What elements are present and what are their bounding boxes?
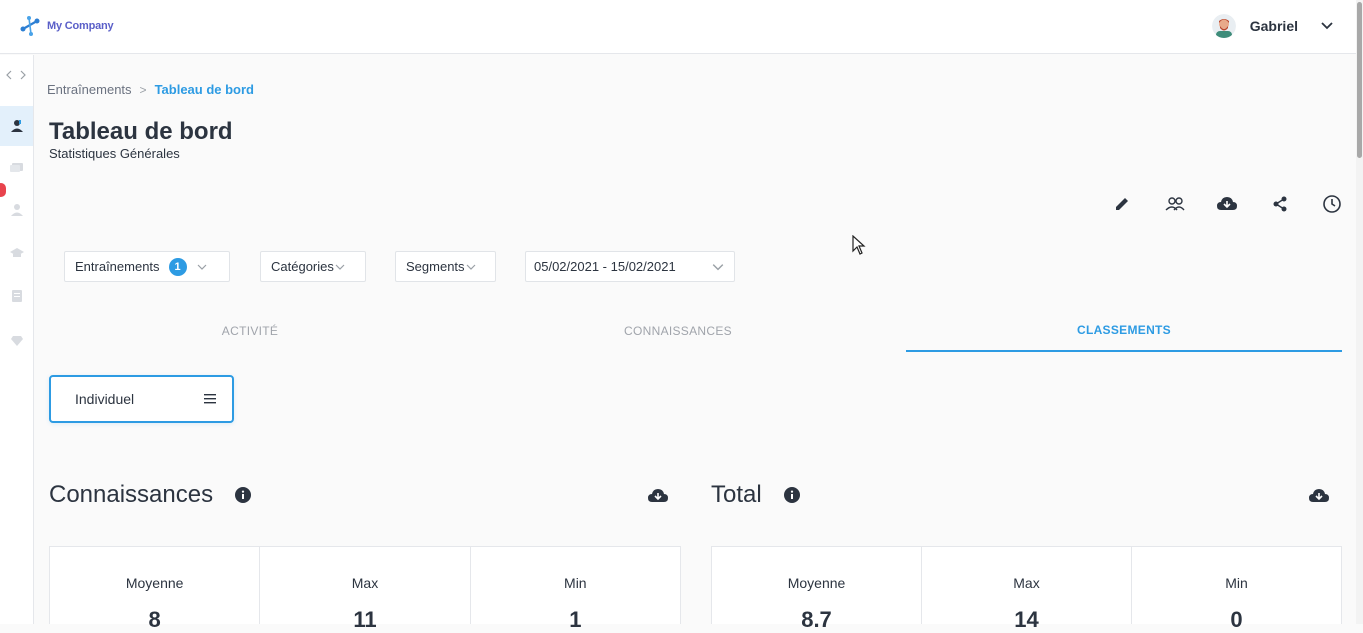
stat-card: Moyenne 8.7 (712, 547, 922, 632)
share-icon (1273, 196, 1287, 212)
segments-filter[interactable]: Segments (395, 251, 496, 282)
stat-card: Min 1 (471, 547, 680, 632)
tab-classements[interactable]: CLASSEMENTS (906, 310, 1342, 352)
trainings-filter[interactable]: Entraînements 1 (64, 251, 230, 282)
company-name: My Company (47, 20, 114, 32)
sidebar (0, 55, 34, 624)
breadcrumb-parent[interactable]: Entraînements (47, 82, 132, 97)
action-toolbar (1096, 192, 1359, 216)
cloud-download-icon[interactable] (1308, 487, 1330, 505)
mouse-cursor-icon (852, 235, 866, 255)
clipboard-icon (11, 290, 22, 302)
chevron-down-icon (712, 263, 724, 270)
stat-label: Max (1013, 575, 1040, 591)
menu-icon (204, 394, 216, 404)
chevron-down-icon (335, 264, 345, 270)
user-icon (10, 204, 23, 216)
diamond-icon (10, 336, 23, 346)
stat-card: Max 11 (260, 547, 471, 632)
ranking-view-value: Individuel (75, 391, 135, 407)
edit-button[interactable] (1096, 192, 1149, 216)
tab-bar: ACTIVITÉ CONNAISSANCES CLASSEMENTS (34, 310, 1342, 352)
logo-icon (20, 16, 40, 36)
page-subtitle: Statistiques Générales (49, 146, 180, 161)
sidebar-item-quizzes[interactable] (0, 275, 33, 315)
stat-label: Moyenne (787, 575, 846, 591)
stat-label: Min (564, 575, 587, 591)
stat-label: Moyenne (125, 575, 184, 591)
breadcrumb-separator: > (139, 82, 147, 97)
tab-connaissances[interactable]: CONNAISSANCES (466, 310, 890, 352)
section-title-text: Total (711, 481, 762, 508)
section-title-total: Total (711, 481, 800, 509)
stat-card: Min 0 (1132, 547, 1341, 632)
date-range-value: 05/02/2021 - 15/02/2021 (534, 259, 676, 274)
section-title-text: Connaissances (49, 481, 214, 508)
users-button[interactable] (1149, 192, 1202, 216)
breadcrumb-current: Tableau de bord (154, 82, 254, 97)
users-icon (1165, 197, 1185, 211)
categories-filter[interactable]: Catégories (260, 251, 366, 282)
graduation-cap-icon (9, 248, 24, 257)
info-icon[interactable] (783, 487, 800, 503)
stat-value: 1 (569, 607, 582, 632)
stat-value: 11 (353, 607, 377, 632)
chevron-down-icon[interactable] (1318, 17, 1336, 35)
scroll-thumb[interactable] (1357, 2, 1362, 158)
date-range-picker[interactable]: 05/02/2021 - 15/02/2021 (525, 251, 735, 282)
chevrons-left-right-icon (6, 70, 26, 80)
sidebar-item-courses[interactable] (0, 233, 33, 273)
stat-value: 14 (1014, 607, 1039, 632)
stat-card: Max 14 (922, 547, 1132, 632)
trainings-filter-label: Entraînements (75, 259, 160, 274)
page-title: Tableau de bord (49, 118, 233, 145)
stat-value: 8.7 (801, 607, 832, 632)
segments-filter-label: Segments (406, 259, 465, 274)
trainings-count-badge: 1 (168, 257, 187, 276)
pencil-icon (1116, 198, 1129, 210)
chevron-down-icon (466, 264, 475, 270)
cloud-download-icon[interactable] (647, 487, 669, 505)
stat-value: 8 (148, 607, 161, 632)
tab-activite[interactable]: ACTIVITÉ (34, 310, 466, 352)
scrollbar[interactable] (1356, 0, 1363, 624)
categories-filter-label: Catégories (271, 259, 334, 274)
user-name: Gabriel (1249, 18, 1298, 34)
avatar[interactable] (1211, 14, 1236, 38)
sidebar-item-dashboard[interactable] (0, 106, 33, 146)
download-button[interactable] (1201, 192, 1254, 216)
sidebar-item-rewards[interactable] (0, 321, 33, 361)
section-title-connaissances: Connaissances (49, 481, 252, 509)
stat-value: 0 (1230, 607, 1243, 632)
stats-connaissances: Moyenne 8 Max 11 Min 1 (49, 546, 681, 632)
ranking-view-select[interactable]: Individuel (49, 375, 234, 423)
clock-icon (1323, 195, 1342, 213)
cloud-download-icon (1217, 197, 1238, 210)
sidebar-toggle[interactable] (5, 69, 29, 84)
company-logo[interactable]: My Company (19, 15, 114, 37)
breadcrumb: Entraînements > Tableau de bord (47, 82, 254, 97)
top-bar: My Company Gabriel (0, 0, 1356, 54)
chevron-down-icon (197, 264, 206, 270)
sidebar-item-users[interactable] (0, 190, 33, 230)
chat-icon (9, 163, 23, 172)
sidebar-item-messages[interactable] (0, 148, 33, 188)
info-icon[interactable] (235, 487, 252, 503)
stat-label: Max (351, 575, 379, 591)
stat-card: Moyenne 8 (50, 547, 261, 632)
stat-label: Min (1225, 575, 1248, 591)
user-chart-icon (10, 120, 23, 132)
user-menu[interactable]: Gabriel (1211, 14, 1336, 38)
stats-total: Moyenne 8.7 Max 14 Min 0 (711, 546, 1342, 632)
history-button[interactable] (1306, 192, 1359, 216)
share-button[interactable] (1254, 192, 1307, 216)
